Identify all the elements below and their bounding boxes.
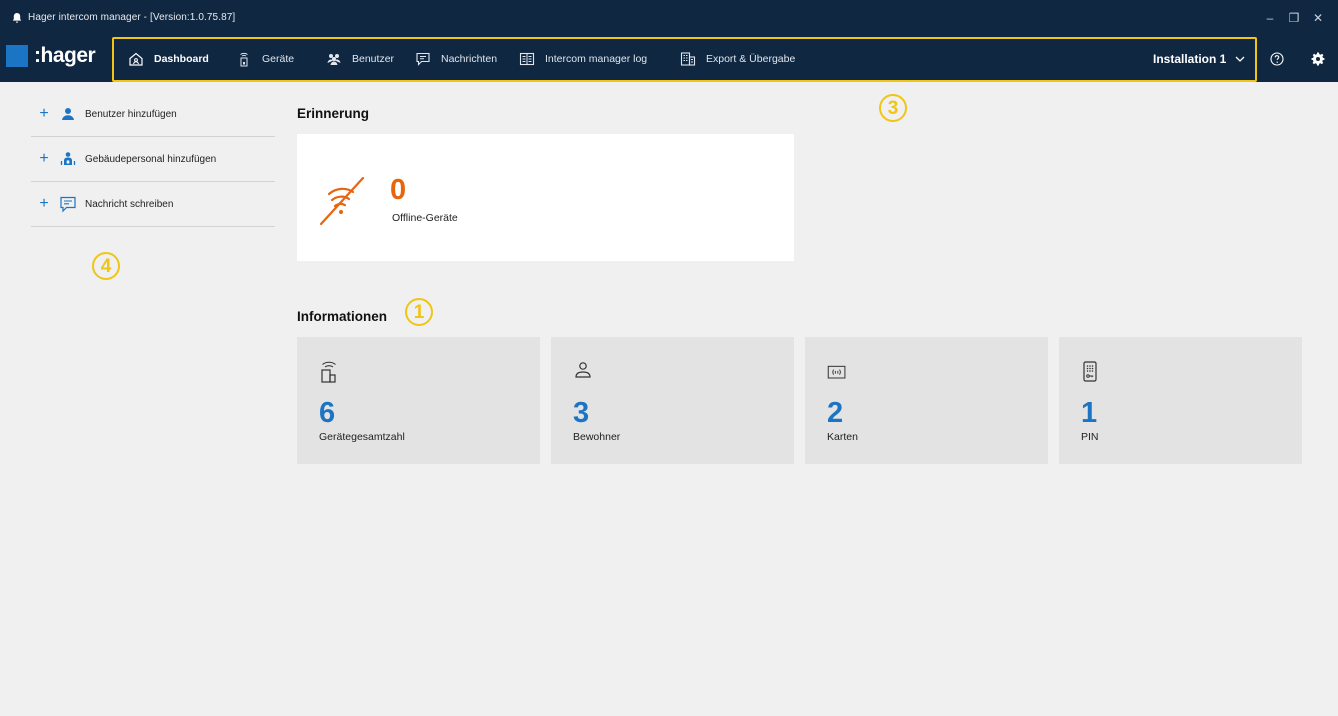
info-title: Informationen [297, 309, 387, 324]
staff-icon [59, 150, 77, 168]
sidebar-item-label: Nachricht schreiben [85, 198, 174, 210]
sidebar-item-label: Benutzer hinzufügen [85, 108, 177, 120]
info-card-value: 6 [319, 397, 336, 429]
info-card-cards[interactable]: 2 Karten [805, 337, 1048, 464]
write-message-action[interactable]: + Nachricht schreiben [31, 182, 275, 227]
keypad-icon [1081, 360, 1101, 386]
nav-item-label: Nachrichten [441, 53, 498, 65]
info-card-residents[interactable]: 3 Bewohner [551, 337, 794, 464]
nav-item-benutzer[interactable]: Benutzer [326, 49, 394, 69]
nav-item-label: Geräte [262, 53, 295, 65]
device-icon [236, 51, 252, 67]
nav-item-label: Intercom manager log [545, 53, 648, 65]
add-staff-action[interactable]: + Gebäudepersonal hinzufügen [31, 137, 275, 182]
info-card-label: PIN [1081, 431, 1099, 443]
offline-devices-count: 0 [390, 174, 407, 206]
quick-actions-sidebar: + Benutzer hinzufügen + Gebäudepersonal … [31, 92, 275, 227]
window-titlebar: Hager intercom manager - [Version:1.0.75… [0, 0, 1338, 35]
chevron-down-icon [1234, 53, 1246, 65]
bell-icon [11, 12, 23, 24]
nav-item-dashboard[interactable]: Dashboard [128, 49, 209, 69]
info-card-value: 2 [827, 397, 844, 429]
message-icon [59, 195, 77, 213]
plus-icon: + [39, 105, 49, 122]
wifi-off-icon [319, 172, 367, 228]
add-user-action[interactable]: + Benutzer hinzufügen [31, 92, 275, 137]
nav-item-label: Export & Übergabe [706, 53, 796, 65]
window-title: Hager intercom manager - [Version:1.0.75… [28, 12, 236, 23]
home-icon [128, 51, 144, 67]
info-card-label: Gerätegesamtzahl [319, 431, 405, 443]
callout-marker-4: 4 [92, 252, 120, 280]
callout-marker-3: 3 [879, 94, 907, 122]
main-navbar: :hager Dashboard Geräte Benutzer Nachric… [0, 35, 1338, 82]
nav-item-log[interactable]: Intercom manager log [519, 49, 647, 69]
offline-devices-card[interactable]: 0 Offline-Geräte [297, 134, 794, 261]
offline-devices-label: Offline-Geräte [392, 212, 458, 224]
brand-mark [6, 45, 28, 67]
nav-item-nachrichten[interactable]: Nachrichten [415, 49, 497, 69]
nav-item-label: Dashboard [154, 53, 209, 65]
building-icon [680, 51, 696, 67]
message-icon [415, 51, 431, 67]
nav-item-label: Benutzer [352, 53, 395, 65]
restore-button[interactable]: ❐ [1282, 8, 1306, 28]
gear-icon[interactable] [1311, 52, 1325, 66]
reminder-title: Erinnerung [297, 106, 370, 121]
help-icon[interactable] [1270, 52, 1284, 66]
resident-icon [573, 360, 593, 386]
installation-label: Installation 1 [1153, 52, 1227, 66]
installation-selector[interactable]: Installation 1 [1153, 49, 1246, 69]
nav-item-export[interactable]: Export & Übergabe [680, 49, 795, 69]
plus-icon: + [39, 195, 49, 212]
window-controls: – ❐ ✕ [1258, 0, 1330, 35]
sidebar-item-label: Gebäudepersonal hinzufügen [85, 153, 217, 165]
minimize-button[interactable]: – [1258, 8, 1282, 28]
log-icon [519, 51, 535, 67]
users-icon [326, 51, 342, 67]
card-icon [827, 360, 847, 386]
info-card-devices[interactable]: 6 Gerätegesamtzahl [297, 337, 540, 464]
plus-icon: + [39, 150, 49, 167]
user-icon [59, 105, 77, 123]
nav-item-geraete[interactable]: Geräte [236, 49, 294, 69]
info-card-label: Bewohner [573, 431, 621, 443]
info-card-label: Karten [827, 431, 858, 443]
device-icon [319, 360, 339, 386]
info-card-value: 3 [573, 397, 590, 429]
hager-logo: :hager [34, 44, 96, 67]
callout-marker-1: 1 [405, 298, 433, 326]
info-card-pin[interactable]: 1 PIN [1059, 337, 1302, 464]
info-card-value: 1 [1081, 397, 1098, 429]
close-button[interactable]: ✕ [1306, 8, 1330, 28]
